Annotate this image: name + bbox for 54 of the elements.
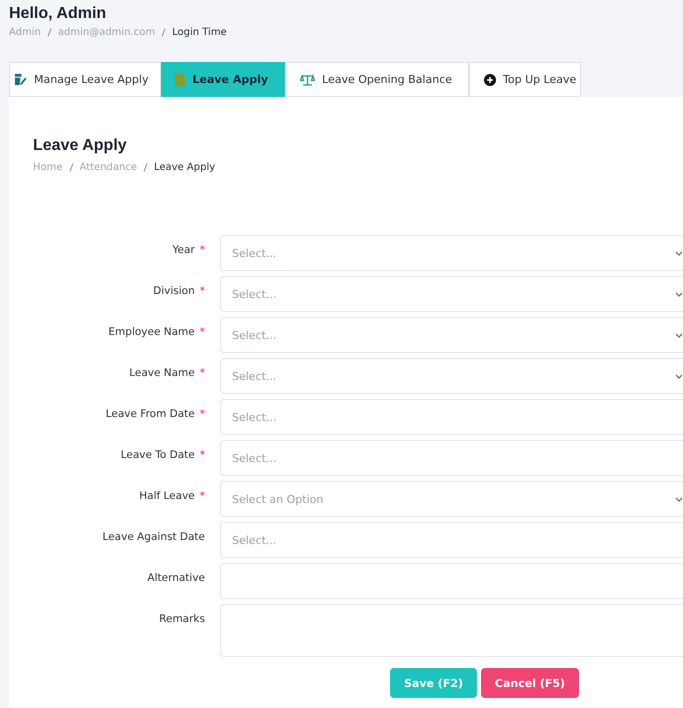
date-field[interactable]: Select...	[220, 399, 683, 435]
breadcrumb-item[interactable]: Home	[33, 162, 63, 173]
add-icon	[484, 74, 496, 86]
select-field[interactable]: Select...	[220, 358, 683, 394]
required-mark: *	[200, 244, 205, 256]
document-icon	[175, 73, 186, 86]
edit-icon	[14, 73, 27, 86]
tab[interactable]: Manage Leave Apply	[9, 62, 162, 97]
date-field[interactable]: Select...	[220, 440, 683, 476]
greeting-title: Hello, Admin	[9, 5, 108, 23]
required-mark: *	[200, 449, 205, 461]
field-label: Employee Name	[108, 326, 195, 338]
field-label: Leave Against Date	[102, 531, 205, 543]
field-label: Half Leave	[139, 490, 195, 502]
required-mark: *	[200, 326, 205, 338]
required-mark: *	[200, 408, 205, 420]
field-label: Leave To Date	[120, 449, 195, 461]
select-field[interactable]: Select...	[220, 317, 683, 353]
slash-separator-icon	[68, 163, 74, 172]
required-mark: *	[200, 367, 205, 379]
field-label: Leave Name	[129, 367, 195, 379]
field-label: Alternative	[147, 572, 205, 584]
breadcrumb-item[interactable]: Admin	[9, 27, 41, 38]
breadcrumb-item: Login Time	[172, 27, 227, 38]
input-field[interactable]	[220, 563, 683, 599]
chevron-down-icon	[675, 497, 683, 502]
chevron-down-icon	[675, 251, 683, 256]
page-title: Leave Apply	[33, 137, 128, 155]
select-field[interactable]: Select...	[220, 235, 683, 271]
tab[interactable]: Leave Opening Balance	[285, 62, 470, 97]
required-mark: *	[200, 285, 205, 297]
date-field[interactable]: Select...	[220, 522, 683, 558]
chevron-down-icon	[675, 333, 683, 338]
breadcrumb-item[interactable]: admin@admin.com	[58, 27, 156, 38]
tab[interactable]: Top Up Leave	[469, 62, 582, 97]
slash-separator-icon	[46, 28, 52, 37]
slash-separator-icon	[161, 28, 166, 37]
field-label: Division	[153, 285, 195, 297]
slash-separator-icon	[143, 163, 148, 172]
chevron-down-icon	[675, 292, 683, 297]
breadcrumb-item[interactable]: Attendance	[80, 162, 137, 173]
select-field[interactable]: Select...	[220, 276, 683, 312]
tab[interactable]: Leave Apply	[161, 62, 286, 97]
scale-icon	[300, 74, 316, 86]
field-label: Remarks	[159, 613, 205, 625]
field-label: Leave From Date	[106, 408, 195, 420]
required-mark: *	[200, 490, 205, 502]
field-label: Year	[172, 244, 195, 256]
chevron-down-icon	[675, 374, 683, 379]
save-button[interactable]: Save (F2)	[390, 668, 477, 698]
select-field[interactable]: Select an Option	[220, 481, 683, 517]
textarea-field[interactable]	[220, 604, 683, 657]
cancel-button[interactable]: Cancel (F5)	[481, 668, 579, 698]
breadcrumb-item: Leave Apply	[154, 162, 216, 173]
